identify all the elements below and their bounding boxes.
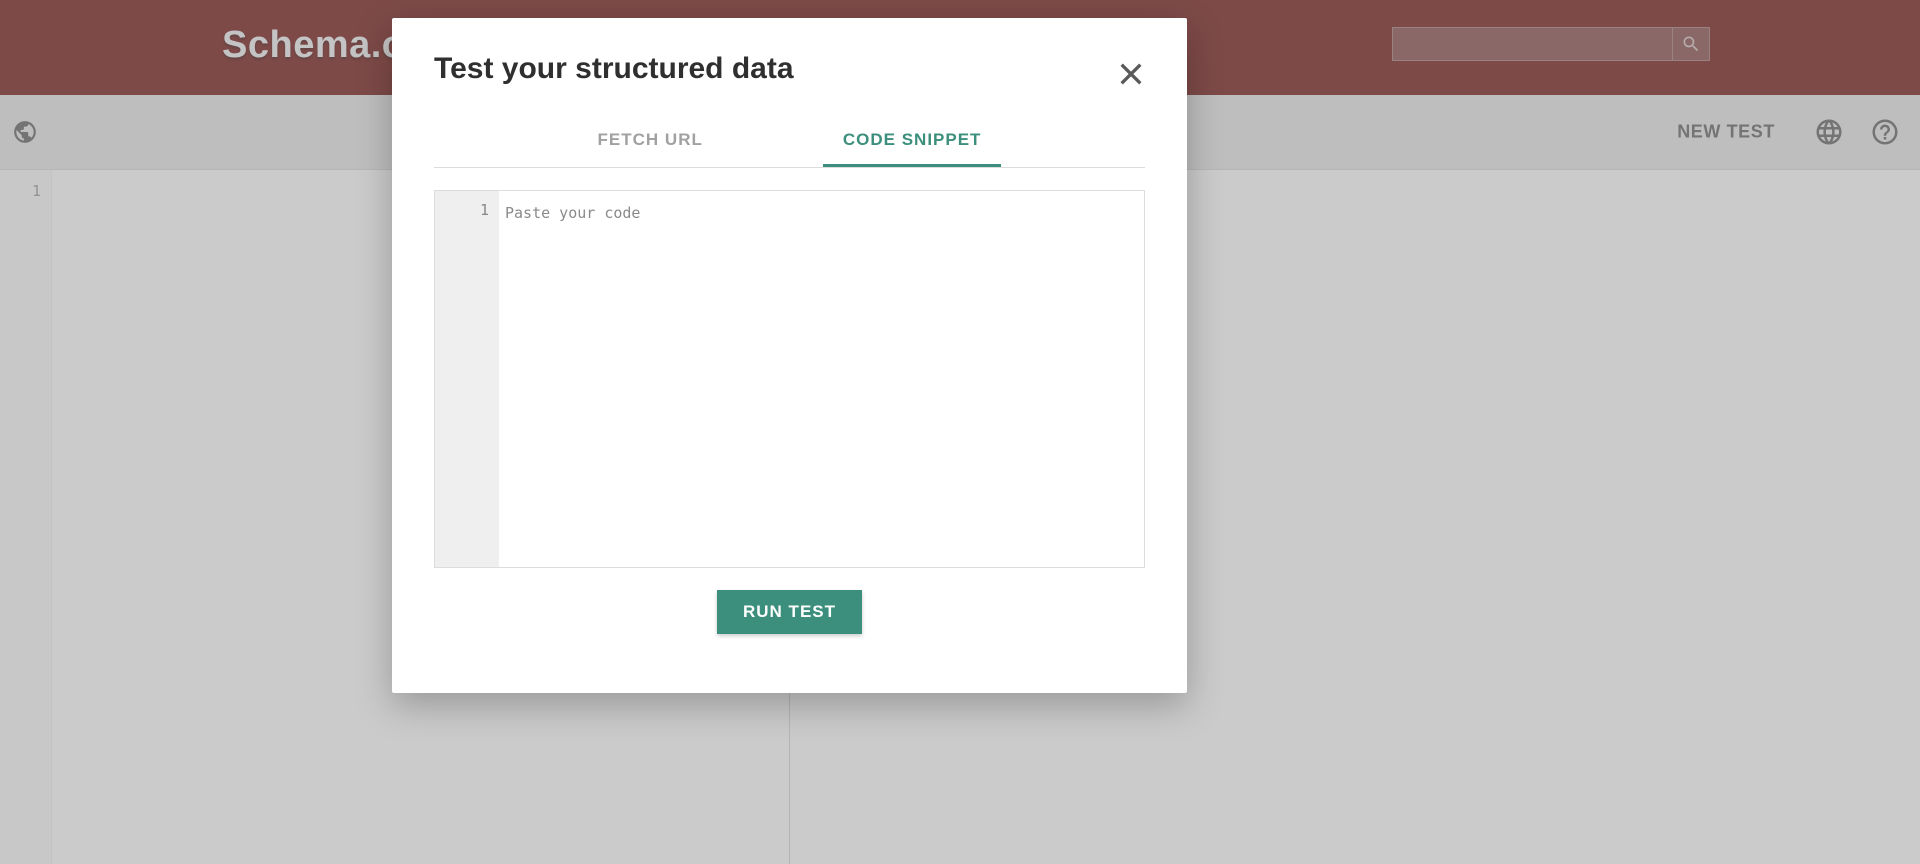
close-button[interactable] [1115,58,1147,90]
tab-code-snippet[interactable]: CODE SNIPPET [823,116,1002,167]
modal-tabs: FETCH URL CODE SNIPPET [434,116,1145,168]
tab-fetch-url[interactable]: FETCH URL [578,116,723,167]
close-icon [1115,58,1147,90]
code-input[interactable] [499,191,1144,567]
modal-title: Test your structured data [434,52,1145,86]
test-structured-data-modal: Test your structured data FETCH URL CODE… [392,18,1187,693]
code-line-number: 1 [480,201,489,219]
run-test-button[interactable]: RUN TEST [717,590,862,634]
code-gutter: 1 [435,191,499,567]
code-snippet-editor: 1 [434,190,1145,568]
